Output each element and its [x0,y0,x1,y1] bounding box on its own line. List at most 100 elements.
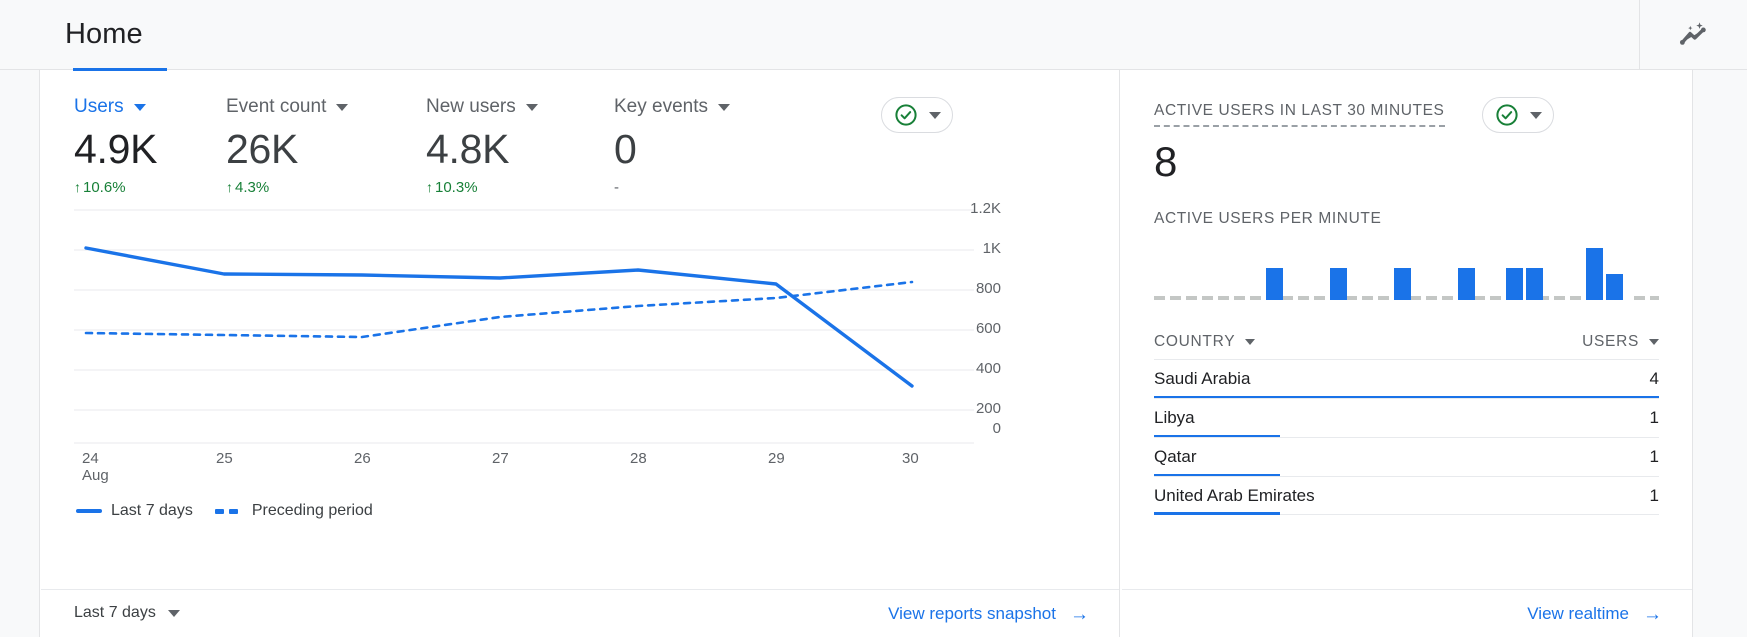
users-line-chart [74,202,974,492]
x-tick-24-day: 24 [82,450,99,467]
chart-gridlines [74,209,974,444]
metric-event-count[interactable]: Event count 26K ↑ 4.3% [226,95,426,196]
metric-event-count-value: 26K [226,126,299,172]
table-cell-country: Libya [1154,408,1195,427]
check-circle-icon [894,104,917,126]
table-row[interactable]: United Arab Emirates 1 [1154,476,1659,515]
minichart-bars [1266,248,1623,300]
x-tick-25: 25 [216,450,233,467]
chevron-down-icon[interactable] [1649,339,1659,345]
metric-users-delta-value: 10.6% [83,178,126,196]
table-cell-users: 1 [1649,485,1659,505]
column-header-users-label: USERS [1582,333,1639,350]
insights-button[interactable] [1639,0,1747,69]
chart-legend: Last 7 days Preceding period [76,502,395,520]
legend-item-last-7-days[interactable]: Last 7 days [76,502,193,520]
view-realtime-link[interactable]: View realtime → [1527,604,1662,624]
metric-key-events-value: 0 [614,126,637,172]
y-tick-400: 400 [975,360,1001,377]
metric-event-count-label: Event count [226,96,327,117]
card-divider [1119,70,1120,637]
date-range-selector[interactable]: Last 7 days [74,604,180,622]
metric-event-count-header[interactable]: Event count [226,95,426,119]
y-tick-600: 600 [975,320,1001,337]
dashboard-canvas: Users 4.9K ↑ 10.6% Event count 26K ↑ 4.3… [0,68,1747,637]
metric-users-label: Users [74,96,124,117]
y-tick-200: 200 [975,400,1001,417]
x-tick-24: 24 Aug 24 Aug [82,450,109,484]
left-card-footer: Last 7 days View reports snapshot → [41,589,1119,637]
view-reports-snapshot-link[interactable]: View reports snapshot → [888,604,1089,624]
active-users-per-minute-svg [1154,248,1659,300]
realtime-status-badge[interactable] [1482,97,1554,133]
table-cell-users: 1 [1649,447,1659,466]
metric-key-events-header[interactable]: Key events [614,95,804,119]
realtime-country-table: COUNTRY USERS Saudi Arabia 4 Libya 1 Qat [1154,325,1659,515]
chevron-down-icon[interactable] [336,103,349,111]
legend-item-preceding-period[interactable]: Preceding period [214,502,373,520]
x-tick-28: 28 [630,450,647,467]
metric-new-users-delta-value: 10.3% [435,178,478,196]
legend-label-last-7-days: Last 7 days [111,502,193,519]
table-cell-country: United Arab Emirates [1154,485,1315,505]
x-tick-27: 27 [492,450,509,467]
column-header-country-label: COUNTRY [1154,333,1236,350]
x-tick-26: 26 [354,450,371,467]
column-header-users[interactable]: USERS [1582,333,1659,351]
x-tick-30: 30 [902,450,919,467]
metric-users-header[interactable]: Users [74,95,226,119]
chevron-down-icon[interactable] [928,111,941,119]
y-tick-1200: 1.2K [970,200,1001,217]
insights-sparkle-icon [1679,21,1706,45]
chevron-down-icon[interactable] [1529,111,1542,119]
right-card-footer: View realtime → [1122,589,1692,637]
arrow-up-icon: ↑ [74,179,81,195]
column-header-country[interactable]: COUNTRY [1154,333,1256,351]
arrow-up-icon: ↑ [226,179,233,195]
metric-row: Users 4.9K ↑ 10.6% Event count 26K ↑ 4.3… [74,95,804,196]
metric-key-events-label: Key events [614,96,708,117]
metric-new-users-label: New users [426,96,516,117]
metric-event-count-delta-value: 4.3% [235,178,270,196]
active-users-label: ACTIVE USERS IN LAST 30 MINUTES [1154,102,1445,127]
active-users-per-minute-chart [1154,240,1659,310]
metric-key-events-delta-value: - [614,178,619,196]
y-tick-800: 800 [975,280,1001,297]
table-row[interactable]: Qatar 1 [1154,437,1659,477]
reports-snapshot-card: Users 4.9K ↑ 10.6% Event count 26K ↑ 4.3… [41,68,1119,637]
table-cell-users: 1 [1649,408,1659,427]
y-tick-0: 0 [992,420,1001,437]
metric-new-users-delta: ↑ 10.3% [426,178,614,196]
metric-new-users[interactable]: New users 4.8K ↑ 10.3% [426,95,614,196]
y-tick-1000: 1K [982,240,1001,257]
data-quality-status-badge[interactable] [881,97,953,133]
metric-users-value: 4.9K [74,126,158,172]
metric-new-users-header[interactable]: New users [426,95,614,119]
metric-users-delta: ↑ 10.6% [74,178,226,196]
top-bar: Home [0,0,1747,70]
right-gutter [1692,70,1747,637]
realtime-card: ACTIVE USERS IN LAST 30 MINUTES 8 ACTIVE… [1122,70,1692,637]
chevron-down-icon[interactable] [718,103,730,111]
chevron-down-icon[interactable] [1245,339,1256,345]
date-range-label: Last 7 days [74,604,156,621]
metric-new-users-value: 4.8K [426,126,510,172]
table-row[interactable]: Libya 1 [1154,398,1659,438]
table-row[interactable]: Saudi Arabia 4 [1154,359,1659,399]
metric-key-events[interactable]: Key events 0 - [614,95,804,196]
view-realtime-label: View realtime [1527,604,1629,623]
check-circle-icon [1495,104,1518,126]
legend-dashed-line-icon [214,508,243,514]
legend-solid-line-icon [76,509,102,513]
table-header-row: COUNTRY USERS [1154,325,1659,359]
page-title: Home [65,18,143,50]
arrow-right-icon: → [1070,603,1089,625]
chevron-down-icon[interactable] [133,103,146,111]
legend-label-preceding-period: Preceding period [251,502,373,519]
chevron-down-icon[interactable] [167,609,180,617]
view-reports-snapshot-label: View reports snapshot [888,604,1056,623]
x-tick-24-month: Aug [82,467,109,484]
row-progress-bar [1154,512,1281,515]
metric-users[interactable]: Users 4.9K ↑ 10.6% [74,95,226,196]
chevron-down-icon[interactable] [525,103,538,111]
